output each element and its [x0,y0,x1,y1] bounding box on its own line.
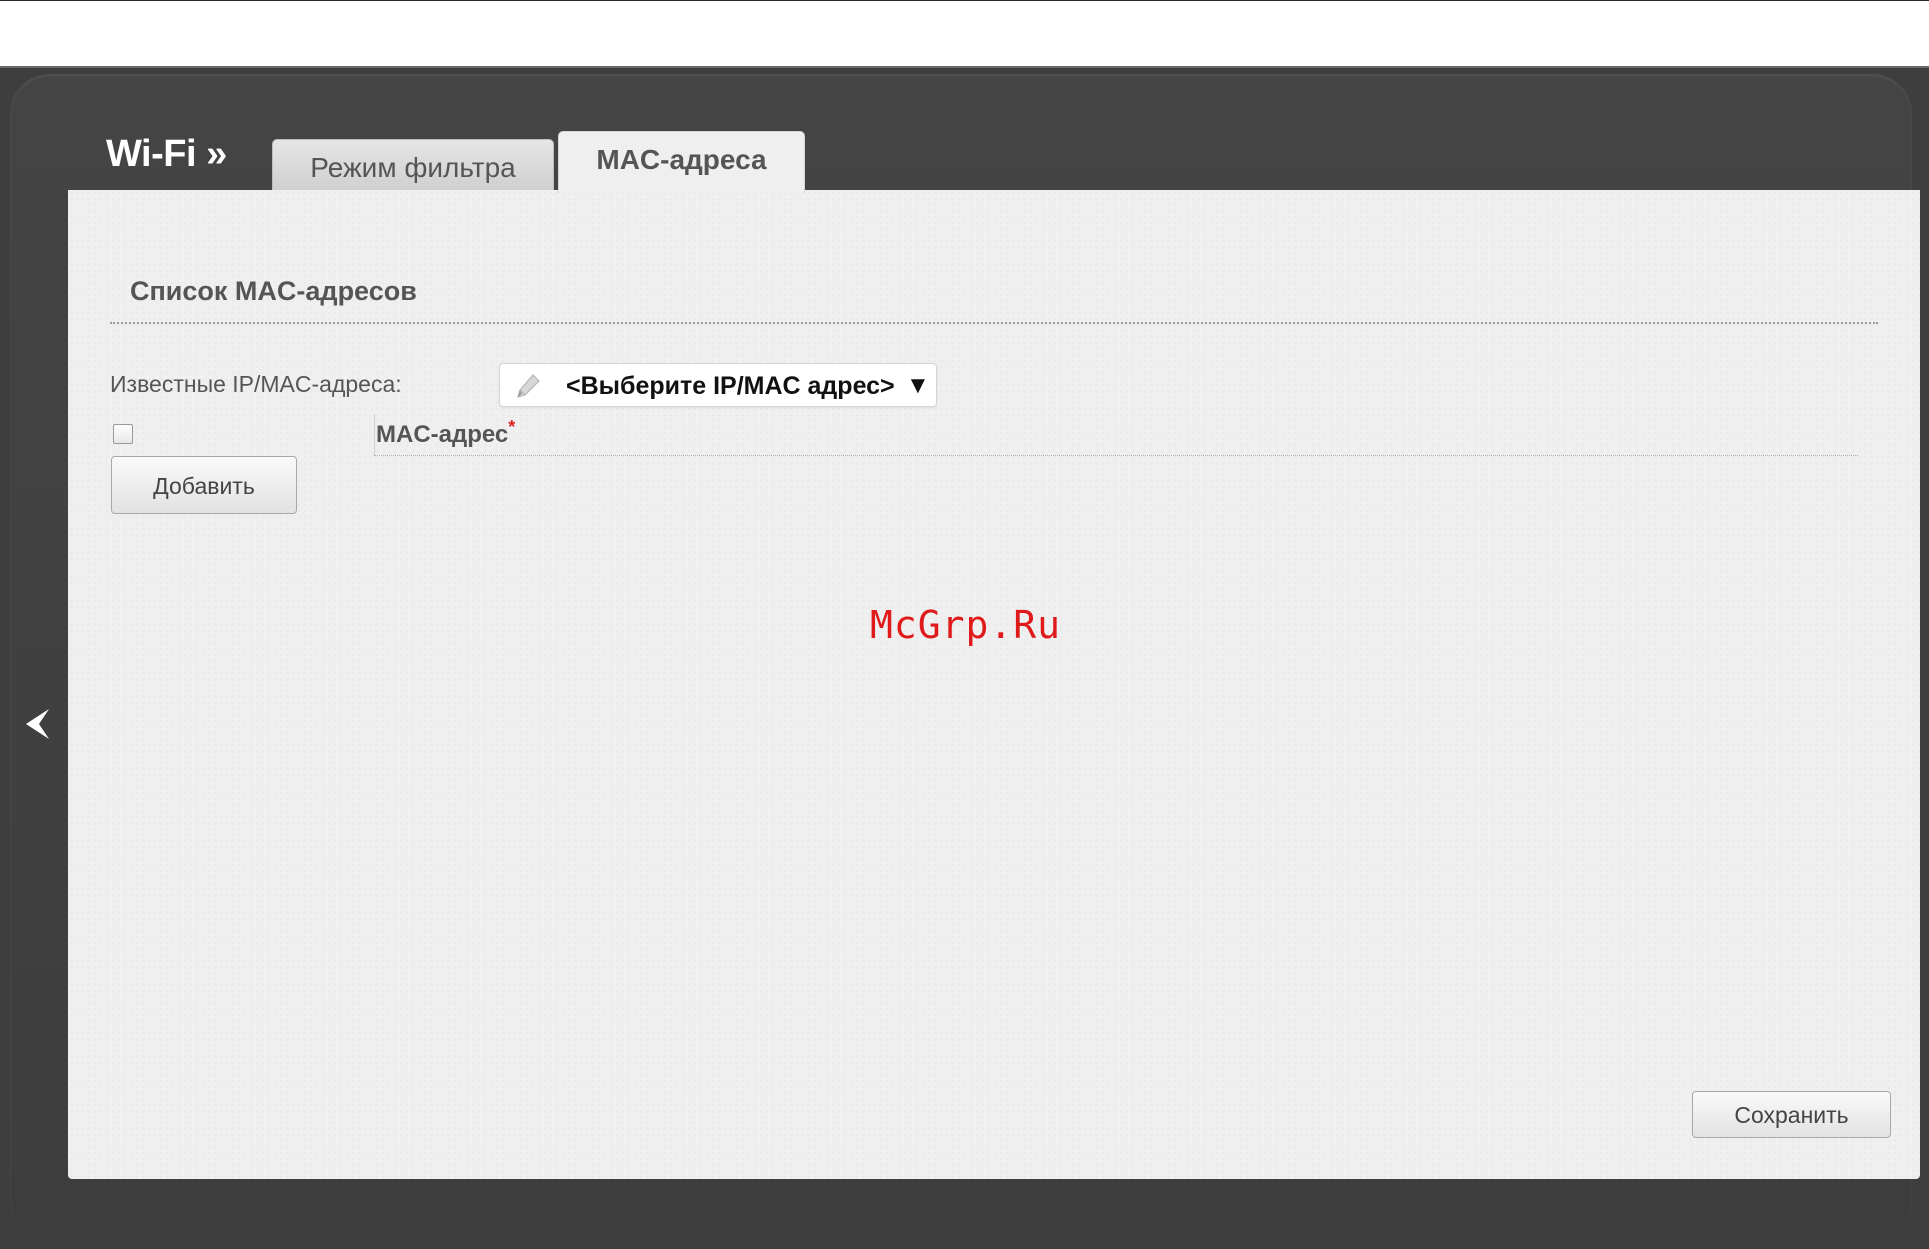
add-button[interactable]: Добавить [111,456,297,514]
mac-column-label: MAC-адрес [376,421,509,448]
known-addresses-select[interactable]: <Выберите IP/MAC адрес> ▼ [499,363,937,407]
mac-list-heading: Список MAC-адресов [130,276,417,306]
column-divider [374,414,375,456]
watermark: McGrp.Ru [870,603,1062,647]
table-header-divider [374,455,1858,456]
mac-column-header: MAC-адрес* [376,417,515,449]
section-title[interactable]: Wi-Fi » [106,133,227,176]
pencil-icon [517,374,540,398]
chevron-down-icon: ▼ [906,372,930,399]
heading-divider [110,322,1878,324]
tab-filter-mode[interactable]: Режим фильтра [272,139,554,191]
select-value: <Выберите IP/MAC адрес> [566,372,895,400]
required-mark: * [508,417,516,437]
select-all-checkbox[interactable] [113,424,133,444]
known-addresses-label: Известные IP/MAC-адреса: [110,371,402,397]
tab-mac-addresses[interactable]: MAC-адреса [558,131,805,193]
save-button[interactable]: Сохранить [1692,1091,1891,1138]
content-panel [68,190,1920,1179]
chevron-left-icon[interactable] [22,706,52,742]
top-divider [0,0,1929,1]
